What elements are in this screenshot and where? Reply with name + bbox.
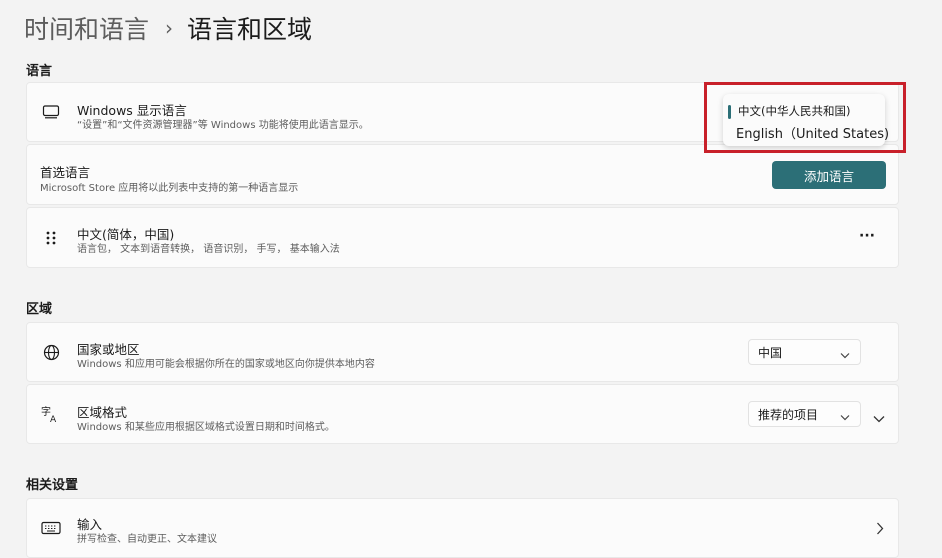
country-region-card: 国家或地区 Windows 和应用可能会根据你所在的国家或地区向你提供本地内容 … (26, 322, 899, 382)
regional-format-dropdown[interactable]: 推荐的项目 (748, 401, 861, 427)
chevron-down-icon (840, 348, 850, 362)
input-settings-card[interactable]: 输入 拼写检查、自动更正、文本建议 (26, 498, 899, 558)
chevron-right-icon[interactable] (876, 520, 884, 539)
regional-format-card[interactable]: 字A 区域格式 Windows 和某些应用根据区域格式设置日期和时间格式。 推荐… (26, 384, 899, 444)
regional-format-dropdown-value: 推荐的项目 (758, 407, 819, 422)
monitor-icon (41, 102, 61, 122)
breadcrumb: 时间和语言 › 语言和区域 (24, 8, 312, 48)
preferred-language-card: 首选语言 Microsoft Store 应用将以此列表中支持的第一种语言显示 … (26, 144, 899, 205)
page-title: 语言和区域 (187, 15, 313, 44)
highlight-annotation-box (704, 82, 906, 153)
regional-format-subtitle: Windows 和某些应用根据区域格式设置日期和时间格式。 (77, 422, 335, 433)
add-language-button[interactable]: 添加语言 (772, 161, 886, 189)
section-title-related-settings: 相关设置 (26, 478, 79, 493)
svg-text:A: A (50, 415, 57, 423)
preferred-language-subtitle: Microsoft Store 应用将以此列表中支持的第一种语言显示 (40, 183, 299, 194)
country-region-subtitle: Windows 和应用可能会根据你所在的国家或地区向你提供本地内容 (77, 359, 375, 370)
country-dropdown[interactable]: 中国 (748, 339, 861, 365)
more-options-button[interactable]: ··· (859, 228, 875, 244)
expand-chevron-icon[interactable] (873, 408, 885, 427)
country-dropdown-value: 中国 (758, 345, 783, 360)
breadcrumb-parent[interactable]: 时间和语言 (24, 10, 149, 46)
chevron-down-icon (840, 410, 850, 424)
drag-handle-icon[interactable] (41, 228, 61, 248)
input-settings-subtitle: 拼写检查、自动更正、文本建议 (77, 534, 217, 545)
globe-icon (41, 342, 61, 362)
section-title-region: 区域 (26, 302, 53, 317)
language-format-icon: 字A (41, 404, 61, 424)
keyboard-icon (41, 518, 61, 538)
installed-language-subtitle: 语言包， 文本到语音转换， 语音识别， 手写， 基本输入法 (77, 244, 340, 255)
installed-language-card[interactable]: 中文(简体，中国) 语言包， 文本到语音转换， 语音识别， 手写， 基本输入法 … (26, 207, 899, 268)
breadcrumb-separator: › (165, 16, 174, 40)
section-title-language: 语言 (26, 64, 53, 79)
display-language-subtitle: “设置”和“文件资源管理器”等 Windows 功能将使用此语言显示。 (77, 120, 369, 131)
